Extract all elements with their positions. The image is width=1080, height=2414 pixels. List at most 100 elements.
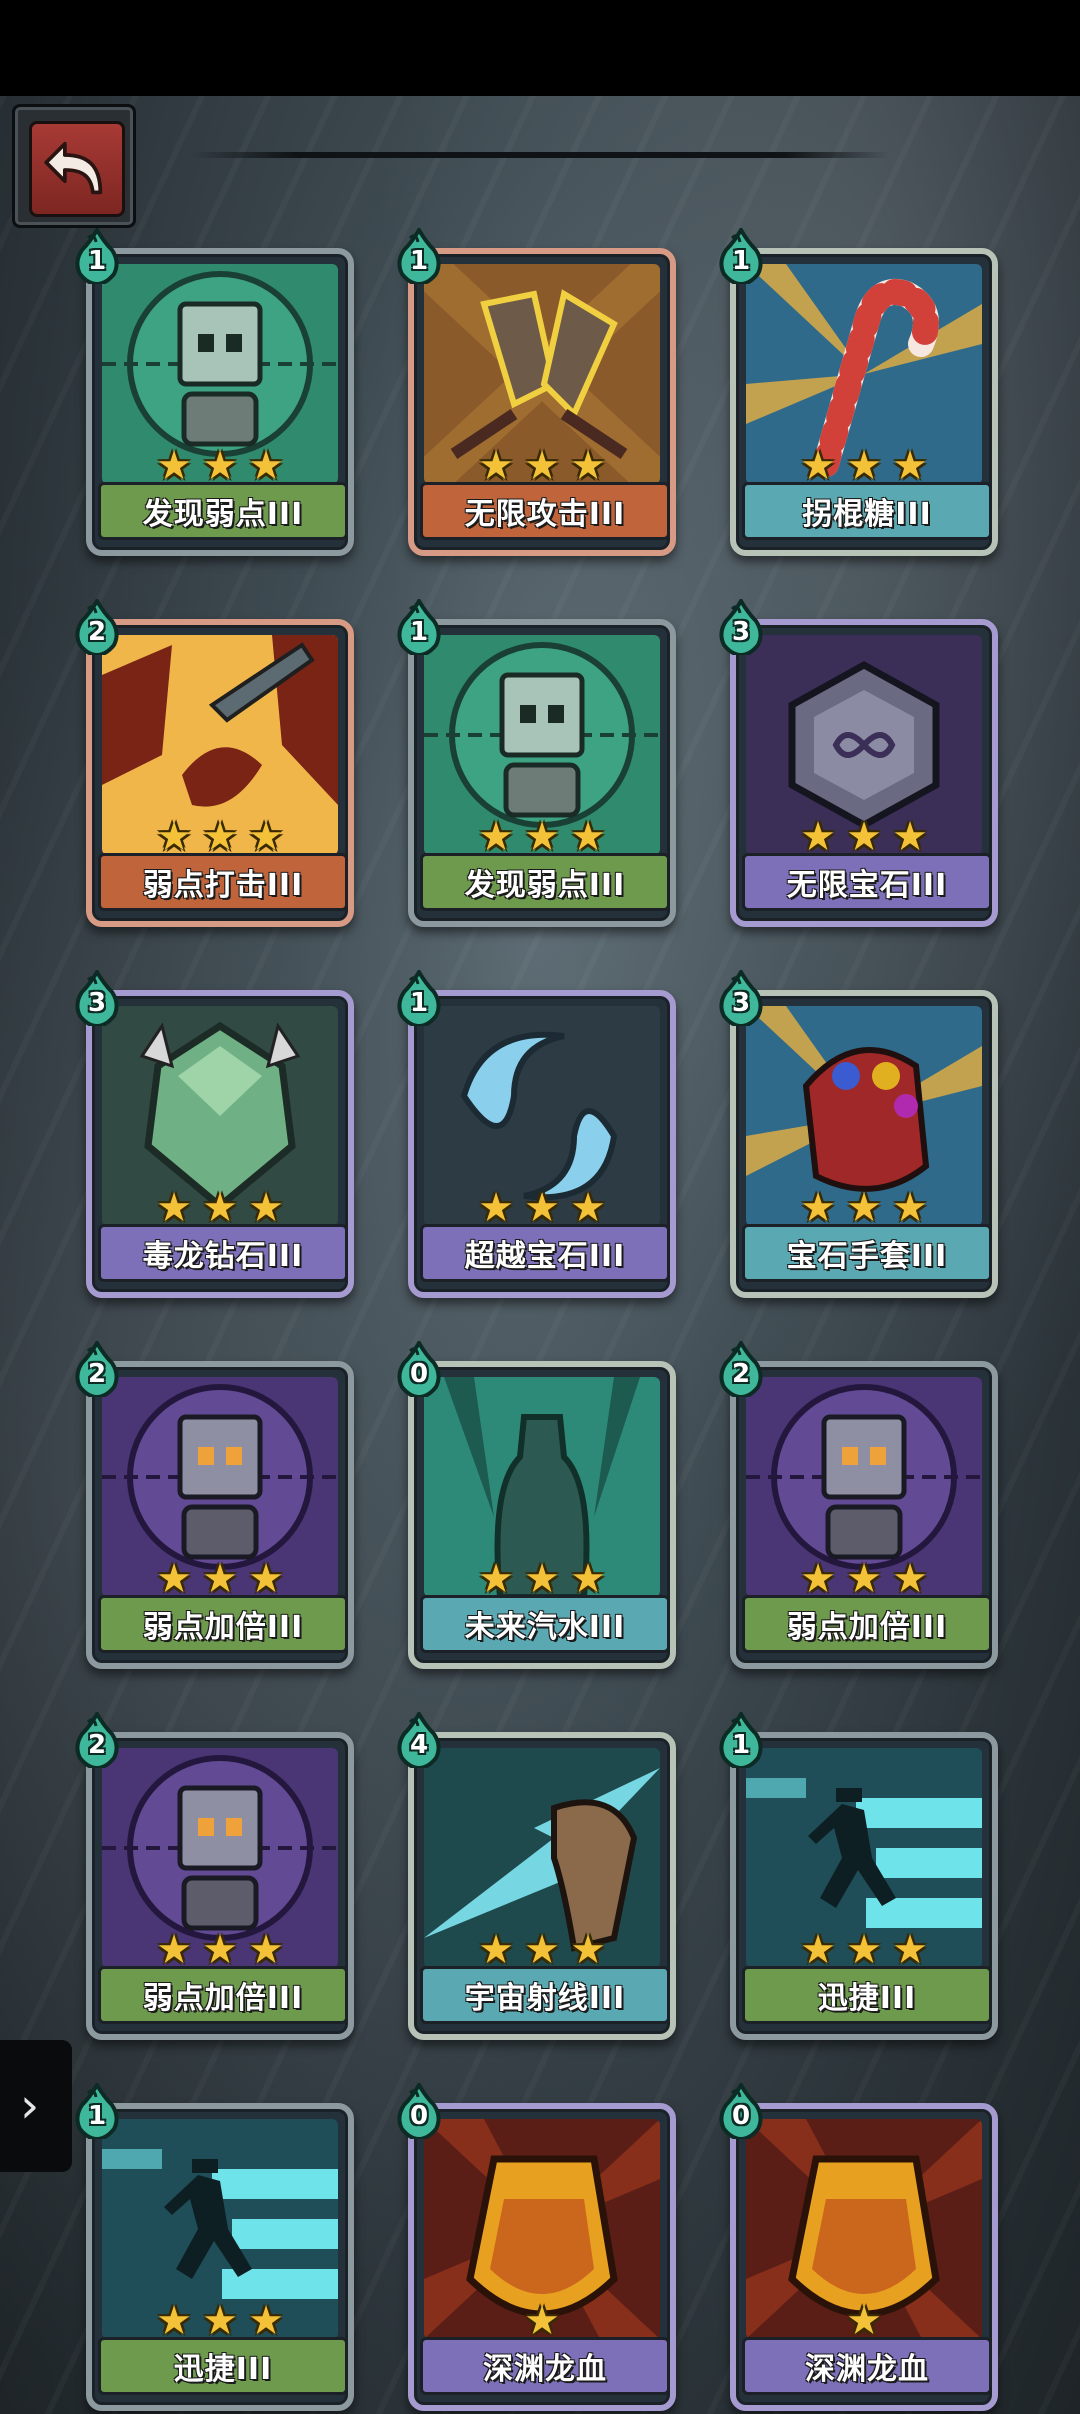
skill-card[interactable]: 超越宝石III ★ ★ ★ 1	[397, 968, 676, 1298]
energy-cost-badge: 4	[396, 1710, 442, 1771]
star-icon: ★	[892, 1556, 928, 1602]
card-name: 迅捷III	[742, 1966, 992, 2024]
skill-card[interactable]: 未来汽水III ★ ★ ★ 0	[397, 1339, 676, 1669]
skill-card[interactable]: 弱点加倍III ★ ★ ★ 2	[75, 1710, 354, 2040]
star-icon: ★	[478, 1556, 514, 1602]
card-name: 深渊龙血	[742, 2337, 992, 2395]
star-icon: ★	[248, 814, 284, 860]
card-name: 弱点加倍III	[98, 1595, 348, 1653]
card-name: 超越宝石III	[420, 1224, 670, 1282]
star-icon: ★	[156, 814, 192, 860]
star-icon: ★	[800, 814, 836, 860]
back-arrow-icon	[29, 121, 125, 217]
skill-card[interactable]: 迅捷III ★ ★ ★ 1	[75, 2081, 354, 2411]
status-bar	[0, 0, 1080, 96]
card-name: 迅捷III	[98, 2337, 348, 2395]
energy-cost-badge: 2	[74, 1339, 120, 1400]
skill-card[interactable]: 发现弱点III ★ ★ ★ 1	[75, 226, 354, 556]
star-icon: ★	[248, 1185, 284, 1231]
star-rating: ★ ★ ★	[730, 817, 998, 857]
header-divider	[190, 152, 890, 158]
star-rating: ★ ★ ★	[408, 1188, 676, 1228]
skill-card[interactable]: 毒龙钻石III ★ ★ ★ 3	[75, 968, 354, 1298]
star-rating: ★ ★ ★	[86, 1930, 354, 1970]
energy-cost-badge: 1	[396, 597, 442, 658]
card-name: 无限宝石III	[742, 853, 992, 911]
skill-card[interactable]: 弱点加倍III ★ ★ ★ 2	[719, 1339, 998, 1669]
card-name: 拐棍糖III	[742, 482, 992, 540]
skill-card[interactable]: 宝石手套III ★ ★ ★ 3	[719, 968, 998, 1298]
star-icon: ★	[248, 1556, 284, 1602]
energy-cost-badge: 2	[718, 1339, 764, 1400]
skill-card[interactable]: 弱点加倍III ★ ★ ★ 2	[75, 1339, 354, 1669]
star-icon: ★	[846, 443, 882, 489]
energy-cost-value: 3	[731, 617, 751, 647]
star-icon: ★	[570, 1185, 606, 1231]
star-rating: ★ ★ ★	[86, 446, 354, 486]
star-icon: ★	[156, 2298, 192, 2344]
energy-cost-badge: 1	[396, 226, 442, 287]
star-rating: ★ ★ ★	[86, 2301, 354, 2341]
star-rating: ★ ★ ★	[408, 1930, 676, 1970]
star-rating: ★	[408, 2301, 676, 2341]
star-icon: ★	[156, 1556, 192, 1602]
energy-cost-badge: 1	[74, 226, 120, 287]
star-icon: ★	[478, 1927, 514, 1973]
energy-cost-badge: 1	[396, 968, 442, 1029]
card-name: 深渊龙血	[420, 2337, 670, 2395]
back-button[interactable]	[12, 104, 136, 228]
skill-card[interactable]: 深渊龙血 ★ 0	[397, 2081, 676, 2411]
card-name: 弱点打击III	[98, 853, 348, 911]
star-icon: ★	[202, 1556, 238, 1602]
star-icon: ★	[524, 1185, 560, 1231]
star-rating: ★ ★ ★	[730, 446, 998, 486]
energy-cost-value: 2	[87, 1359, 107, 1389]
star-icon: ★	[524, 443, 560, 489]
energy-cost-badge: 0	[718, 2081, 764, 2142]
skill-card[interactable]: 无限攻击III ★ ★ ★ 1	[397, 226, 676, 556]
star-icon: ★	[156, 1185, 192, 1231]
skill-card[interactable]: 发现弱点III ★ ★ ★ 1	[397, 597, 676, 927]
energy-cost-value: 1	[87, 2101, 107, 2131]
skill-card[interactable]: 迅捷III ★ ★ ★ 1	[719, 1710, 998, 2040]
star-icon: ★	[524, 814, 560, 860]
skill-card[interactable]: 无限宝石III ★ ★ ★ 3	[719, 597, 998, 927]
energy-cost-value: 0	[409, 1359, 429, 1389]
star-icon: ★	[202, 814, 238, 860]
star-icon: ★	[156, 1927, 192, 1973]
skill-card[interactable]: 深渊龙血 ★ 0	[719, 2081, 998, 2411]
card-name: 宝石手套III	[742, 1224, 992, 1282]
energy-cost-value: 1	[87, 246, 107, 276]
energy-cost-badge: 0	[396, 2081, 442, 2142]
star-icon: ★	[800, 1927, 836, 1973]
star-icon: ★	[202, 443, 238, 489]
skill-card[interactable]: 宇宙射线III ★ ★ ★ 4	[397, 1710, 676, 2040]
energy-cost-value: 1	[731, 1730, 751, 1760]
star-icon: ★	[478, 443, 514, 489]
star-icon: ★	[846, 1927, 882, 1973]
star-rating: ★ ★ ★	[730, 1188, 998, 1228]
star-icon: ★	[478, 814, 514, 860]
star-rating: ★	[730, 2301, 998, 2341]
star-icon: ★	[892, 443, 928, 489]
energy-cost-value: 0	[731, 2101, 751, 2131]
skill-card[interactable]: 弱点打击III ★ ★ ★ 2	[75, 597, 354, 927]
energy-cost-value: 1	[409, 246, 429, 276]
energy-cost-value: 1	[409, 617, 429, 647]
star-icon: ★	[800, 1185, 836, 1231]
star-icon: ★	[892, 1185, 928, 1231]
star-rating: ★ ★ ★	[408, 446, 676, 486]
star-icon: ★	[202, 1185, 238, 1231]
skill-card[interactable]: 拐棍糖III ★ ★ ★ 1	[719, 226, 998, 556]
star-icon: ★	[570, 1927, 606, 1973]
star-icon: ★	[570, 443, 606, 489]
side-panel-tab[interactable]: ›	[0, 2040, 72, 2172]
energy-cost-badge: 0	[396, 1339, 442, 1400]
energy-cost-value: 3	[731, 988, 751, 1018]
card-name: 发现弱点III	[420, 853, 670, 911]
energy-cost-value: 1	[731, 246, 751, 276]
energy-cost-value: 2	[87, 617, 107, 647]
card-name: 弱点加倍III	[98, 1966, 348, 2024]
card-name: 宇宙射线III	[420, 1966, 670, 2024]
energy-cost-badge: 3	[718, 597, 764, 658]
